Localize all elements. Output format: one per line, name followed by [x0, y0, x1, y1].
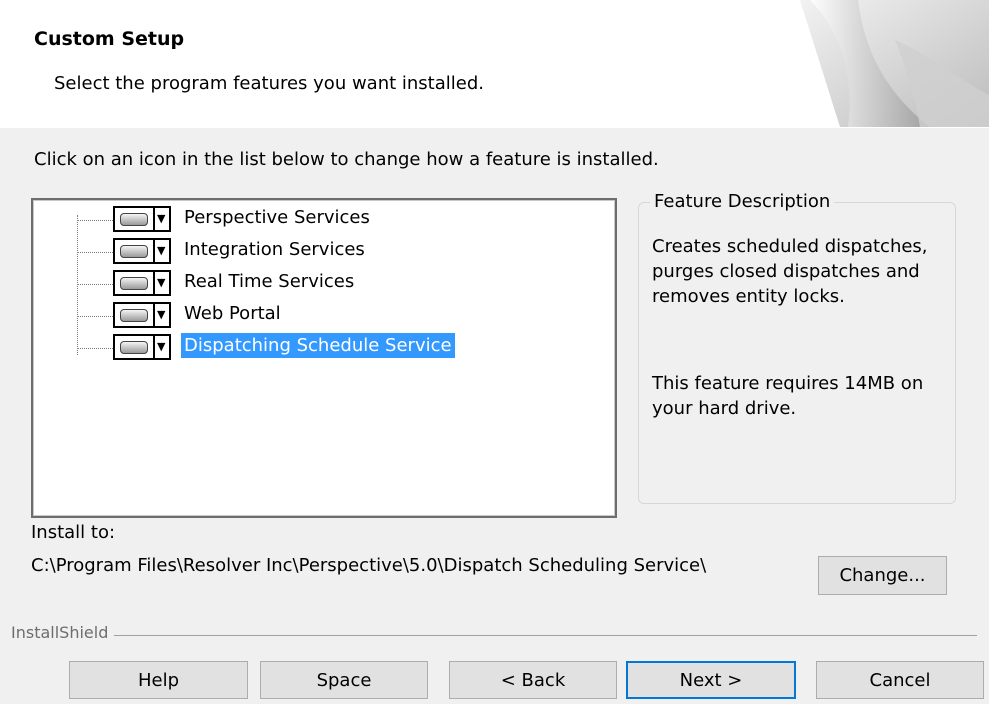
header-separator [0, 127, 989, 128]
feature-description-text: Creates scheduled dispatches, purges clo… [652, 236, 928, 307]
install-to-label: Install to: [31, 522, 116, 543]
feature-tree[interactable]: ▼ Perspective Services ▼ Integration Ser… [31, 198, 617, 518]
tree-connector [77, 215, 78, 355]
feature-label[interactable]: Perspective Services [181, 205, 373, 230]
feature-label-selected[interactable]: Dispatching Schedule Service [181, 333, 455, 358]
hard-drive-dropdown-icon[interactable]: ▼ [113, 206, 171, 232]
page-title: Custom Setup [34, 28, 185, 50]
feature-label[interactable]: Integration Services [181, 237, 368, 262]
feature-label[interactable]: Web Portal [181, 301, 284, 326]
instruction-text: Click on an icon in the list below to ch… [34, 149, 659, 170]
feature-label[interactable]: Real Time Services [181, 269, 357, 294]
cancel-button[interactable]: Cancel [816, 661, 984, 699]
hard-drive-dropdown-icon[interactable]: ▼ [113, 270, 171, 296]
change-button[interactable]: Change... [818, 556, 947, 595]
installshield-brand: InstallShield [11, 623, 115, 642]
next-button[interactable]: Next > [626, 661, 796, 699]
hard-drive-dropdown-icon[interactable]: ▼ [113, 302, 171, 328]
back-button[interactable]: < Back [449, 661, 617, 699]
feature-size-text: This feature requires 14MB on your hard … [652, 373, 924, 419]
brand-divider [11, 635, 977, 636]
page-subtitle: Select the program features you want ins… [54, 73, 484, 94]
page-curl-graphic [800, 0, 989, 127]
hard-drive-dropdown-icon[interactable]: ▼ [113, 334, 171, 360]
header-banner: Custom Setup Select the program features… [0, 0, 989, 128]
install-path: C:\Program Files\Resolver Inc\Perspectiv… [31, 555, 707, 576]
feature-description-legend: Feature Description [650, 191, 835, 212]
help-button[interactable]: Help [69, 661, 248, 699]
hard-drive-dropdown-icon[interactable]: ▼ [113, 238, 171, 264]
space-button[interactable]: Space [260, 661, 428, 699]
